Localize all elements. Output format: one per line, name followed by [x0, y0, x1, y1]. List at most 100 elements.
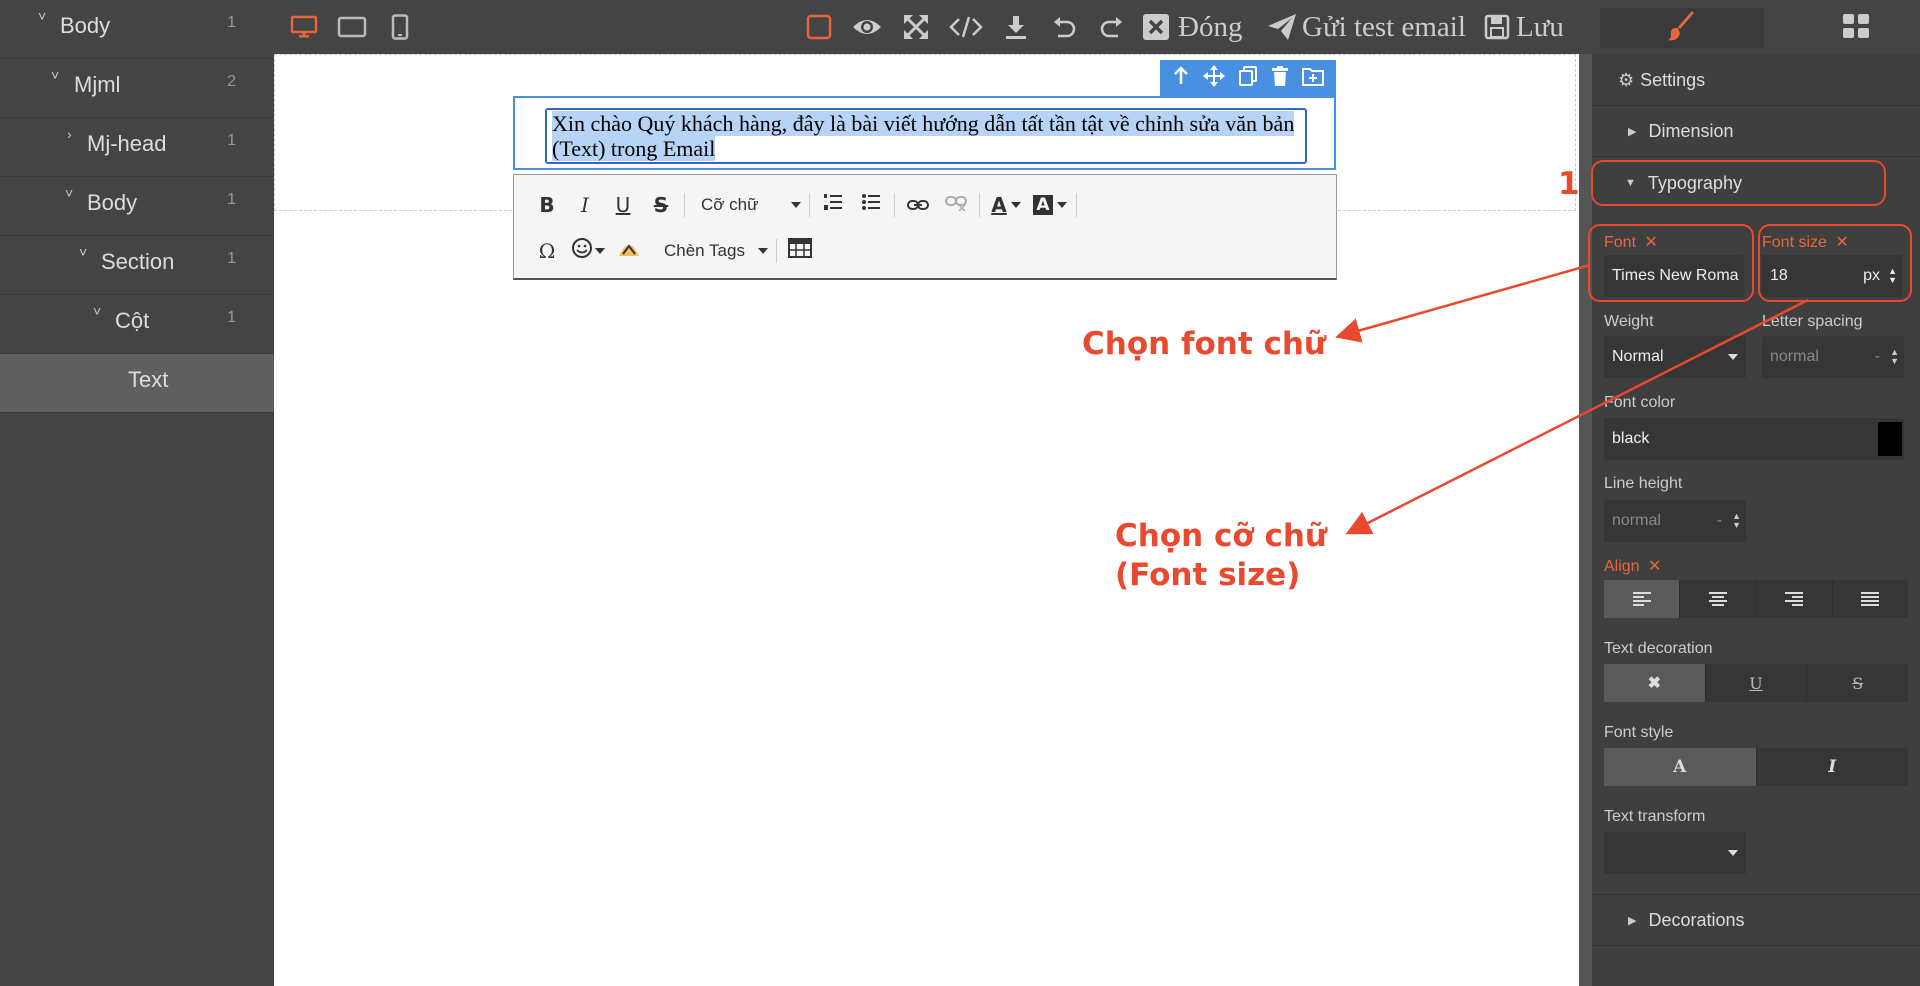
- font-style-normal-option[interactable]: A: [1604, 748, 1757, 786]
- insert-tags-label: Chèn Tags: [664, 241, 745, 260]
- mobile-view-button[interactable]: [378, 0, 422, 54]
- desktop-view-button[interactable]: [282, 0, 326, 54]
- font-highlight: [1588, 224, 1754, 302]
- insert-table-button[interactable]: [781, 233, 819, 269]
- redo-button[interactable]: [1090, 0, 1134, 54]
- table-icon: [788, 238, 812, 264]
- chevron-down-icon[interactable]: ˅: [51, 67, 59, 83]
- download-button[interactable]: [994, 0, 1038, 54]
- layer-mj-head[interactable]: › Mj-head 1: [0, 118, 274, 177]
- align-right-option[interactable]: [1757, 580, 1833, 618]
- italic-button[interactable]: I: [566, 187, 604, 223]
- unordered-list-button[interactable]: [852, 187, 890, 223]
- text-color-button[interactable]: A: [984, 187, 1028, 223]
- font-size-select[interactable]: Cỡ chữ: [689, 195, 805, 215]
- decorations-sector[interactable]: ▶ Decorations: [1592, 894, 1920, 946]
- text-transform-select[interactable]: [1604, 832, 1746, 874]
- fullscreen-button[interactable]: [894, 0, 938, 54]
- chevron-down-icon[interactable]: ˅: [65, 185, 73, 201]
- layer-name: Text: [128, 367, 169, 392]
- arrow-up-icon[interactable]: [1172, 65, 1190, 91]
- font-style-italic-option[interactable]: I: [1757, 748, 1909, 786]
- color-swatch[interactable]: [1878, 422, 1902, 456]
- highlight-color-icon: A: [1033, 195, 1053, 215]
- layer-count: 1: [227, 14, 236, 31]
- square-outline-icon: [806, 14, 832, 40]
- trash-icon[interactable]: [1271, 65, 1289, 92]
- layer-count: 1: [227, 250, 236, 267]
- background-color-button[interactable]: A: [1028, 187, 1072, 223]
- send-test-email-button[interactable]: Gửi test email: [1266, 0, 1476, 54]
- email-canvas[interactable]: Xin chào Quý khách hàng, đây là bài viết…: [274, 54, 1579, 986]
- layer-text[interactable]: Text: [0, 354, 274, 413]
- font-color-label: Font color: [1604, 394, 1676, 411]
- chevron-down-icon[interactable]: ˅: [38, 8, 46, 24]
- layer-section[interactable]: ˅ Section 1: [0, 236, 274, 295]
- decoration-none-option[interactable]: ✖: [1604, 664, 1706, 702]
- selected-text[interactable]: Xin chào Quý khách hàng, đây là bài viết…: [552, 111, 1295, 161]
- special-char-button[interactable]: Ω: [528, 233, 566, 269]
- align-justify-option[interactable]: [1833, 580, 1908, 618]
- caret-down-icon: [1056, 202, 1067, 208]
- underline-icon: U: [1749, 673, 1763, 693]
- layer-name: Mjml: [74, 72, 121, 97]
- layer-column[interactable]: ˅ Cột 1: [0, 295, 274, 354]
- code-button[interactable]: [942, 0, 990, 54]
- save-button[interactable]: Lưu: [1484, 0, 1584, 54]
- personalize-button[interactable]: [610, 233, 648, 269]
- save-label: Lưu: [1516, 10, 1564, 43]
- top-toolbar: Đóng Gửi test email Lưu: [274, 0, 1596, 54]
- link-button[interactable]: [899, 187, 937, 223]
- underline-button[interactable]: U: [604, 187, 642, 223]
- emoji-button[interactable]: [566, 233, 610, 269]
- unlink-icon: [945, 194, 967, 217]
- layer-body-root[interactable]: ˅ Body 1: [0, 0, 274, 59]
- download-icon: [1004, 14, 1028, 40]
- text-color-icon: A: [991, 193, 1007, 217]
- align-left-icon: [1632, 592, 1651, 606]
- layer-mjml[interactable]: ˅ Mjml 2: [0, 59, 274, 118]
- text-editable[interactable]: Xin chào Quý khách hàng, đây là bài viết…: [545, 108, 1307, 164]
- divider: [979, 193, 980, 217]
- clear-align-icon[interactable]: ✕: [1648, 558, 1661, 575]
- settings-sector[interactable]: ⚙ Settings: [1592, 56, 1920, 106]
- stepper-icon[interactable]: ▲ ▼: [1732, 512, 1741, 530]
- tablet-view-button[interactable]: [330, 0, 374, 54]
- text-transform-label: Text transform: [1604, 808, 1706, 825]
- close-editor-button[interactable]: Đóng: [1142, 0, 1254, 54]
- decoration-underline-option[interactable]: U: [1706, 664, 1808, 702]
- decoration-strikethrough-option[interactable]: S: [1807, 664, 1908, 702]
- strikethrough-button[interactable]: S: [642, 187, 680, 223]
- chevron-down-icon[interactable]: ˅: [79, 244, 87, 260]
- save-block-icon[interactable]: [1301, 66, 1324, 91]
- chevron-down-icon[interactable]: ˅: [93, 303, 101, 319]
- chevron-right-icon[interactable]: ›: [67, 126, 72, 142]
- line-height-label: Line height: [1604, 475, 1683, 492]
- clone-icon[interactable]: [1238, 65, 1258, 92]
- align-center-option[interactable]: [1680, 580, 1757, 618]
- bold-button[interactable]: B: [528, 187, 566, 223]
- show-borders-button[interactable]: [797, 0, 841, 54]
- dimension-title: Dimension: [1648, 121, 1734, 141]
- line-height-input[interactable]: normal - ▲ ▼: [1604, 500, 1746, 542]
- layer-body[interactable]: ˅ Body 1: [0, 177, 274, 236]
- insert-tags-select[interactable]: Chèn Tags: [648, 241, 772, 261]
- tab-style-manager[interactable]: [1600, 8, 1764, 48]
- move-icon[interactable]: [1203, 64, 1226, 92]
- undo-button[interactable]: [1042, 0, 1086, 54]
- align-left-option[interactable]: [1604, 580, 1681, 618]
- unlink-button[interactable]: [937, 187, 975, 223]
- tab-blocks[interactable]: [1830, 8, 1882, 48]
- dimension-sector[interactable]: ▶ Dimension: [1592, 107, 1920, 157]
- stepper-icon[interactable]: ▲ ▼: [1890, 348, 1899, 366]
- letter-spacing-input[interactable]: normal - ▲ ▼: [1762, 336, 1904, 378]
- letter-spacing-unit[interactable]: -: [1875, 348, 1880, 366]
- font-color-input[interactable]: black: [1604, 418, 1904, 460]
- letter-spacing-label: Letter spacing: [1762, 313, 1863, 330]
- weight-select[interactable]: Normal: [1604, 336, 1746, 378]
- paint-brush-icon: [1666, 10, 1698, 46]
- line-height-unit[interactable]: -: [1717, 512, 1722, 530]
- ordered-list-button[interactable]: [814, 187, 852, 223]
- preview-button[interactable]: [844, 0, 890, 54]
- align-right-icon: [1785, 592, 1804, 606]
